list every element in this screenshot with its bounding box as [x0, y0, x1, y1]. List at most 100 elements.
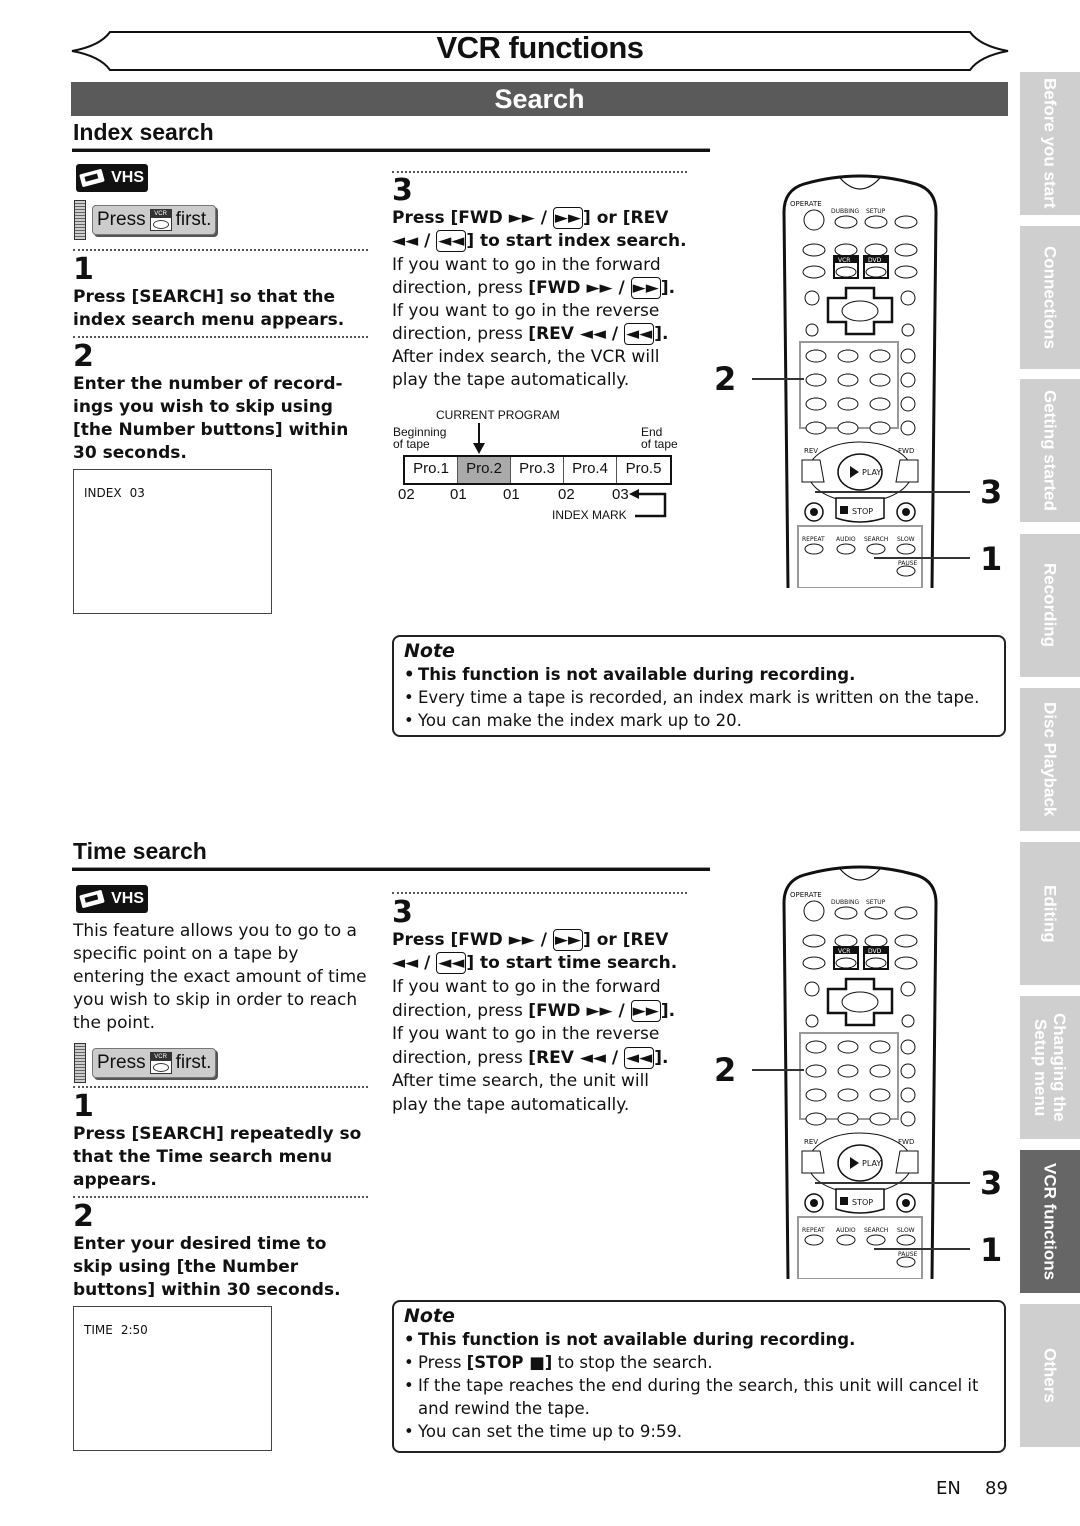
audio-label: AUDIO	[836, 536, 856, 543]
program-cell: Pro.1	[405, 457, 458, 483]
operate-label: OPERATE	[790, 891, 822, 899]
fwd-label: FWD	[898, 1138, 915, 1146]
step-3-body: If you want to go in the forward directi…	[392, 255, 676, 390]
callout-line	[752, 378, 804, 380]
press-prefix: Press	[97, 209, 146, 230]
callout-line	[815, 1182, 970, 1184]
callout-2: 2	[714, 1051, 737, 1089]
callout-line	[815, 491, 970, 493]
fwd-key-icon: ►►	[552, 929, 584, 951]
tab-vcr-functions[interactable]: VCR functions	[1020, 1150, 1080, 1293]
step-3-body: If you want to go in the forward directi…	[392, 977, 676, 1115]
audio-label: AUDIO	[836, 1227, 856, 1234]
tape-programs: Pro.1 Pro.2 Pro.3 Pro.4 Pro.5	[403, 455, 672, 485]
beginning-of-tape-label: Beginning of tape	[393, 425, 447, 451]
program-cell: Pro.5	[625, 460, 662, 477]
note-item: Every time a tape is recorded, an index …	[404, 686, 994, 709]
screen-label: TIME	[84, 1323, 113, 1337]
language-code: EN	[936, 1478, 961, 1499]
chapter-title: VCR functions	[436, 30, 644, 65]
program-cell: Pro.4	[564, 457, 617, 483]
screen-value-blinking: 2:50	[118, 1315, 148, 1341]
vhs-label: VHS	[111, 169, 144, 186]
step-1-number: 1	[73, 1089, 94, 1124]
note-item: If the tape reaches the end during the s…	[404, 1374, 994, 1420]
callout-line	[874, 557, 970, 559]
divider	[73, 336, 368, 338]
callout-2: 2	[714, 360, 737, 398]
step-3-number: 3	[392, 173, 413, 208]
step-3-instruction: Press [FWD ►► / ►►] or [REV ◄◄ / ◄◄] to …	[392, 207, 687, 252]
step-2-instruction: Enter your desired time to skip using [t…	[73, 1234, 341, 1300]
section-rule	[72, 867, 710, 871]
section-title: Search	[71, 82, 1008, 116]
step-2-instruction: Enter the number of record-ings you wish…	[73, 374, 349, 463]
time-search-note: Note This function is not available duri…	[392, 1300, 1006, 1453]
current-program-label: CURRENT PROGRAM	[436, 408, 560, 422]
tab-others[interactable]: Others	[1020, 1304, 1080, 1447]
divider	[73, 249, 368, 251]
vcr-key-icon: VCR	[149, 1052, 172, 1074]
index-screen: INDEX 03	[73, 469, 272, 614]
repeat-label: REPEAT	[802, 536, 825, 543]
press-suffix: first.	[175, 1052, 212, 1073]
setup-label: SETUP	[866, 208, 886, 215]
dubbing-label: DUBBING	[831, 899, 860, 906]
index-mark-label: INDEX MARK	[552, 508, 627, 522]
dvd-key-label: DVD	[868, 257, 882, 264]
chapter-banner: VCR functions	[70, 28, 1010, 74]
slow-label: SLOW	[897, 1227, 915, 1234]
step-3-number: 3	[392, 895, 413, 930]
note-title: Note	[404, 1305, 455, 1327]
vcr-key-label: VCR	[838, 257, 851, 264]
step-3-instruction: Press [FWD ►► / ►►] or [REV ◄◄ / ◄◄] to …	[392, 929, 678, 974]
press-prefix: Press	[97, 1052, 146, 1073]
rev-key-icon: ◄◄	[436, 230, 467, 252]
tab-recording[interactable]: Recording	[1020, 534, 1080, 677]
rev-label: REV	[804, 1138, 819, 1146]
remote-icon	[74, 1043, 86, 1083]
down-arrow-icon	[473, 423, 485, 454]
tab-changing-setup-menu[interactable]: Changing the Setup menu	[1020, 996, 1080, 1139]
index-mark-value: 02	[398, 486, 415, 503]
step-2-number: 2	[73, 339, 94, 374]
screen-label: INDEX	[84, 486, 122, 500]
tab-getting-started[interactable]: Getting started	[1020, 379, 1080, 522]
section-rule	[72, 148, 710, 152]
search-label: SEARCH	[864, 1227, 889, 1234]
step-2-number: 2	[73, 1199, 94, 1234]
program-cell: Pro.3	[511, 457, 564, 483]
time-screen: TIME 2:50	[73, 1306, 272, 1451]
note-item: Press [STOP ■] to stop the search.	[404, 1351, 994, 1374]
play-label: PLAY	[862, 468, 882, 477]
press-vcr-first: Press VCR first.	[74, 200, 217, 240]
time-search-heading: Time search	[73, 838, 207, 864]
vhs-label: VHS	[111, 890, 144, 907]
step-1-instruction: Press [SEARCH] so that the index search …	[73, 287, 345, 330]
cassette-icon	[78, 168, 106, 188]
fwd-key-icon: ►►	[552, 207, 584, 229]
divider	[392, 171, 687, 173]
callout-3: 3	[980, 1164, 1003, 1202]
setup-label: SETUP	[866, 899, 886, 906]
tab-editing[interactable]: Editing	[1020, 842, 1080, 985]
dubbing-label: DUBBING	[831, 208, 860, 215]
search-label: SEARCH	[864, 536, 889, 543]
note-item: You can set the time up to 9:59.	[404, 1420, 994, 1443]
rev-label: REV	[804, 447, 819, 455]
callout-3: 3	[980, 473, 1003, 511]
note-item: This function is not available during re…	[404, 663, 994, 686]
vhs-badge: VHS	[76, 885, 148, 913]
tab-disc-playback[interactable]: Disc Playback	[1020, 688, 1080, 831]
tab-before-you-start[interactable]: Before you start	[1020, 72, 1080, 215]
index-search-note: Note This function is not available duri…	[392, 635, 1006, 737]
stop-label: STOP	[852, 1198, 874, 1207]
pause-label: PAUSE	[898, 1251, 918, 1258]
vcr-key-label: VCR	[838, 948, 851, 955]
remote-control-illustration: OPERATE DUBBING SETUP VCR DVD REV FWD PL…	[780, 863, 940, 1280]
tab-connections[interactable]: Connections	[1020, 226, 1080, 369]
note-title: Note	[404, 640, 455, 662]
remote-icon	[74, 200, 86, 240]
callout-1: 1	[980, 1231, 1003, 1269]
slow-label: SLOW	[897, 536, 915, 543]
